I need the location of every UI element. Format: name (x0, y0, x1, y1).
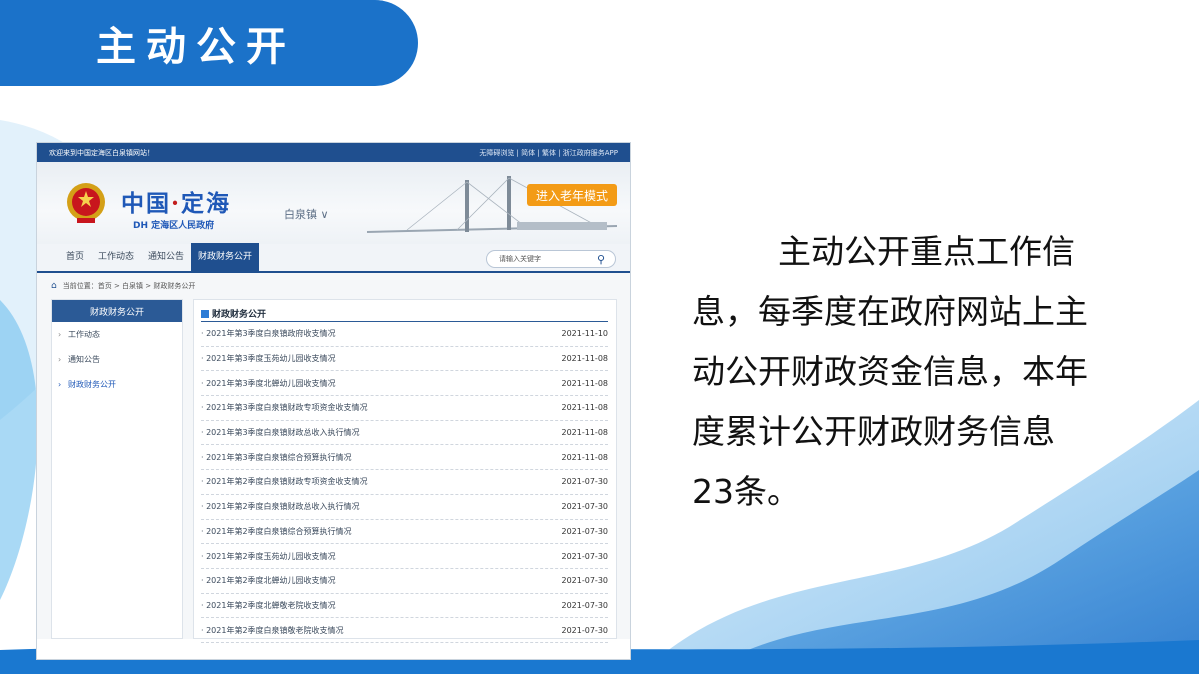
home-icon[interactable]: ⌂ (51, 281, 57, 291)
site-nav: 首页 工作动态 通知公告 财政财务公开 请输入关键字 ⚲ (37, 243, 630, 273)
list-item[interactable]: 2021年第2季度白泉镇敬老院收支情况2021-07-30 (201, 618, 608, 643)
search-input[interactable]: 请输入关键字 ⚲ (486, 250, 616, 268)
list-item[interactable]: 2021年第3季度白泉镇综合预算执行情况2021-11-08 (201, 445, 608, 471)
nav-work-news[interactable]: 工作动态 (91, 243, 141, 272)
top-links[interactable]: 无障碍浏览 | 简体 | 繁体 | 浙江政府服务APP (479, 148, 618, 158)
list-item[interactable]: 2021年第2季度白泉镇财政专项资金收支情况2021-07-30 (201, 470, 608, 495)
content-title: 财政财务公开 (201, 306, 608, 322)
search-icon[interactable]: ⚲ (597, 252, 605, 268)
list-item[interactable]: 2021年第2季度白泉镇综合预算执行情况2021-07-30 (201, 520, 608, 545)
site-banner: 中国·定海 DH 定海区人民政府 白泉镇 ∨ 进入老年模式 (37, 162, 630, 244)
site-logo-subtitle: DH 定海区人民政府 (133, 221, 215, 231)
elder-mode-button[interactable]: 进入老年模式 (527, 184, 617, 206)
list-item[interactable]: 2021年第3季度白泉镇财政总收入执行情况2021-11-08 (201, 421, 608, 446)
sidebar-item-notices[interactable]: 通知公告 (52, 347, 182, 372)
content-panel: 财政财务公开 2021年第3季度白泉镇政府收支情况2021-11-10 2021… (193, 299, 617, 643)
section-square-icon (201, 309, 209, 318)
list-item[interactable]: 2021年第2季度北蝉幼儿园收支情况2021-07-30 (201, 569, 608, 594)
list-item[interactable]: 2021年第3季度白泉镇政府收支情况2021-11-10 (201, 322, 608, 347)
website-screenshot: 欢迎来到中国定海区白泉镇网站！ 无障碍浏览 | 简体 | 繁体 | 浙江政府服务… (37, 143, 630, 659)
welcome-text: 欢迎来到中国定海区白泉镇网站！ (49, 148, 154, 157)
nav-finance-disclosure[interactable]: 财政财务公开 (191, 243, 260, 272)
nav-notices[interactable]: 通知公告 (141, 243, 191, 272)
town-selector[interactable]: 白泉镇 ∨ (284, 206, 329, 222)
slide-title-banner: 主动公开 (0, 0, 418, 86)
national-emblem-icon (67, 183, 105, 223)
breadcrumb: ⌂ 当前位置：首页 > 白泉镇 > 财政财务公开 (37, 273, 630, 299)
list-item[interactable]: 2021年第2季度北蝉敬老院收支情况2021-07-30 (201, 594, 608, 619)
list-item[interactable]: 2021年第3季度白泉镇财政专项资金收支情况2021-11-08 (201, 396, 608, 421)
list-item[interactable]: 2021年第2季度玉苑幼儿园收支情况2021-07-30 (201, 544, 608, 569)
sidebar-item-finance[interactable]: 财政财务公开 (52, 372, 182, 397)
slide-description: 主动公开重点工作信息，每季度在政府网站上主动公开财政资金信息，本年度累计公开财政… (692, 232, 1088, 511)
site-topbar: 欢迎来到中国定海区白泉镇网站！ 无障碍浏览 | 简体 | 繁体 | 浙江政府服务… (37, 143, 630, 162)
site-logo[interactable]: 中国·定海 (121, 184, 231, 218)
nav-home[interactable]: 首页 (59, 243, 91, 272)
sidebar-item-work-news[interactable]: 工作动态 (52, 322, 182, 347)
list-item[interactable]: 2021年第3季度玉苑幼儿园收支情况2021-11-08 (201, 347, 608, 372)
slide-title: 主动公开 (96, 24, 296, 70)
list-item[interactable]: 2021年第2季度白泉镇财政总收入执行情况2021-07-30 (201, 495, 608, 520)
list-item[interactable]: 2021年第3季度北蝉幼儿园收支情况2021-11-08 (201, 371, 608, 397)
article-list: 2021年第3季度白泉镇政府收支情况2021-11-10 2021年第3季度玉苑… (201, 322, 608, 643)
sidebar: 财政财务公开 工作动态 通知公告 财政财务公开 (51, 299, 183, 639)
site-body: 财政财务公开 工作动态 通知公告 财政财务公开 财政财务公开 2021年第3季度… (37, 299, 630, 643)
sidebar-title: 财政财务公开 (52, 300, 182, 322)
